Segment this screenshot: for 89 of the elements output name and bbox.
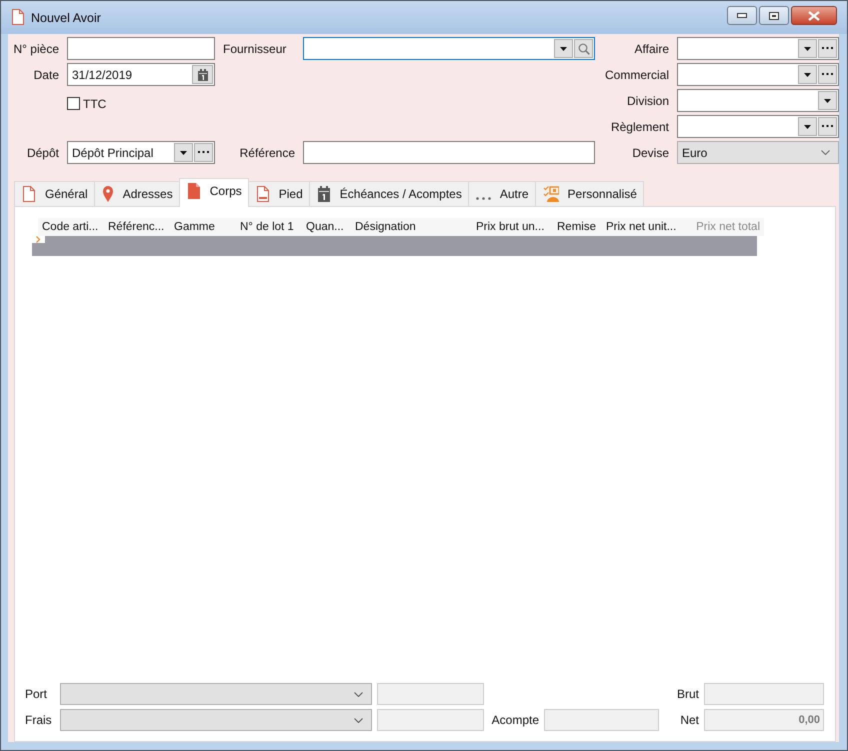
calendar-icon xyxy=(316,185,331,203)
tab[interactable]: Autre xyxy=(468,181,535,206)
field-label: Commercial xyxy=(604,68,669,82)
window-title: Nouvel Avoir xyxy=(31,10,101,24)
amount-field[interactable] xyxy=(544,709,659,731)
depot-combo[interactable]: Dépôt Principal xyxy=(67,141,215,164)
field-label: N° pièce xyxy=(12,42,59,56)
amount-field[interactable] xyxy=(704,683,824,705)
close-button[interactable] xyxy=(791,6,837,25)
field-label: Référence xyxy=(238,146,295,160)
field-label: Affaire xyxy=(634,42,669,56)
calendar-icon xyxy=(198,68,208,80)
column-header[interactable]: Désignation xyxy=(351,218,472,236)
dots-icon xyxy=(476,197,491,200)
amount-field[interactable] xyxy=(377,709,484,731)
map-pin-icon xyxy=(102,185,114,203)
field-label: Règlement xyxy=(610,120,669,134)
dropdown-button[interactable] xyxy=(174,143,193,162)
more-button[interactable] xyxy=(818,65,837,84)
column-header[interactable]: N° de lot 1 xyxy=(236,218,302,236)
row-pointer-icon xyxy=(36,236,41,243)
column-header[interactable]: Quan... xyxy=(302,218,351,236)
caret-icon xyxy=(180,150,187,154)
tab[interactable]: Adresses xyxy=(94,181,179,206)
column-header[interactable]: Code arti... xyxy=(38,218,104,236)
chevron-icon xyxy=(354,718,363,722)
checklist-icon xyxy=(542,185,559,203)
document-icon xyxy=(22,185,36,203)
dropdown-button[interactable] xyxy=(554,39,573,58)
maximize-button[interactable] xyxy=(759,6,789,25)
date-field[interactable]: 31/12/2019 xyxy=(67,63,215,86)
caret-icon xyxy=(804,46,811,50)
input-field[interactable] xyxy=(67,37,215,60)
tab[interactable]: Général xyxy=(14,181,94,206)
minimize-icon xyxy=(737,12,747,18)
field-label: Division xyxy=(626,94,669,108)
caret-icon xyxy=(804,124,811,128)
chevron-icon xyxy=(821,150,830,155)
dropdown-button[interactable] xyxy=(798,39,817,58)
dots-icon xyxy=(822,125,833,128)
field-label: Acompte xyxy=(490,713,539,727)
more-button[interactable] xyxy=(194,143,213,162)
amount-field[interactable] xyxy=(377,683,484,705)
input-field[interactable] xyxy=(303,141,595,164)
dropdown-button[interactable] xyxy=(798,65,817,84)
document-icon xyxy=(256,185,270,203)
maximize-icon xyxy=(769,12,779,20)
column-header[interactable]: Gamme xyxy=(170,218,236,236)
more-button[interactable] xyxy=(818,117,837,136)
supplier-combo[interactable] xyxy=(303,37,595,60)
field-label: Port xyxy=(25,687,48,701)
chevron-icon xyxy=(354,692,363,696)
combo-field[interactable] xyxy=(677,63,839,86)
dots-icon xyxy=(198,151,209,154)
combo-field[interactable] xyxy=(677,115,839,138)
more-button[interactable] xyxy=(818,39,837,58)
field-label: Date xyxy=(32,68,59,82)
caret-icon xyxy=(560,46,567,50)
tab[interactable]: Personnalisé xyxy=(534,181,644,206)
tab[interactable]: Échéances / Acomptes xyxy=(308,181,468,206)
calendar-button[interactable] xyxy=(192,65,213,84)
search-icon xyxy=(578,42,590,54)
field-label: Devise xyxy=(631,146,669,160)
close-icon xyxy=(808,10,820,20)
field-label: Fournisseur xyxy=(223,42,288,56)
dots-icon xyxy=(822,73,833,76)
column-header[interactable]: Référenc... xyxy=(104,218,170,236)
document-icon xyxy=(11,8,25,26)
caret-icon xyxy=(804,72,811,76)
dropdown-button[interactable] xyxy=(798,117,817,136)
amount-field[interactable]: 0,00 xyxy=(704,709,824,731)
column-header[interactable]: Prix brut un... xyxy=(472,218,553,236)
combo-field[interactable] xyxy=(677,89,839,112)
dots-icon xyxy=(822,47,833,50)
field-label: Frais xyxy=(25,713,53,727)
dropdown-button[interactable] xyxy=(818,91,837,110)
field-label: Net xyxy=(679,713,699,727)
document-icon xyxy=(186,182,201,200)
combo-field[interactable] xyxy=(677,37,839,60)
minimize-button[interactable] xyxy=(727,6,757,25)
field-label: Dépôt xyxy=(26,146,59,160)
column-header[interactable]: Prix net unit... xyxy=(602,218,683,236)
column-header[interactable]: Remise xyxy=(553,218,602,236)
tab[interactable]: Pied xyxy=(248,181,309,206)
caret-icon xyxy=(824,98,831,102)
tab[interactable]: Corps xyxy=(178,178,249,207)
select-field[interactable]: Euro xyxy=(677,141,839,164)
field-label: Brut xyxy=(676,687,699,701)
ttc-checkbox[interactable]: TTC xyxy=(67,92,215,115)
